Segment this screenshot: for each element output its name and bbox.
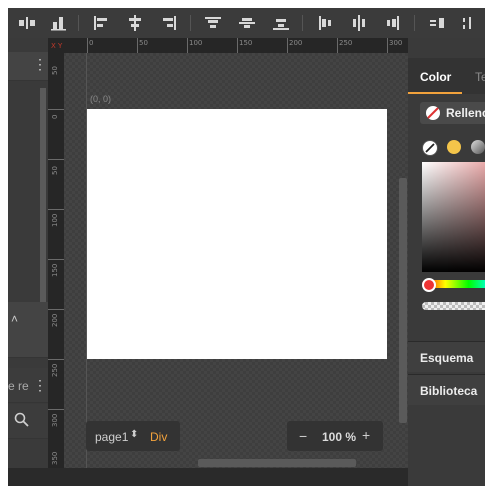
fill-type-label: Rellenc — [446, 106, 485, 120]
tab-text[interactable]: Te — [475, 70, 485, 84]
library-section-title: Biblioteca — [420, 384, 478, 398]
hue-slider-handle[interactable] — [422, 278, 436, 292]
page-selector-bar: page1 ⬍ Div — [86, 421, 180, 451]
distribute-right-icon[interactable] — [382, 12, 404, 34]
fill-type-button[interactable]: Rellenc — [420, 102, 485, 124]
swatch-yellow[interactable] — [447, 140, 461, 154]
ruler-label: 0 — [89, 39, 94, 47]
ruler-label: 350 — [51, 451, 59, 465]
active-tab-indicator — [408, 92, 462, 94]
distribute-vertical-icon[interactable] — [48, 12, 70, 34]
page-artboard[interactable] — [87, 109, 387, 359]
zoom-value[interactable]: 100 % — [322, 430, 356, 444]
align-bottom-icon[interactable] — [270, 12, 292, 34]
schema-section-title: Esquema — [420, 351, 474, 365]
align-top-icon[interactable] — [202, 12, 224, 34]
zoom-control: − 100 % + — [287, 421, 383, 451]
zoom-in-button[interactable]: + — [362, 427, 370, 443]
ruler-label: 300 — [389, 39, 403, 47]
ruler-label: 250 — [339, 39, 353, 47]
library-section[interactable]: Biblioteca — [408, 374, 485, 405]
distribute-left-icon[interactable] — [314, 12, 336, 34]
alignment-toolbar — [8, 8, 485, 38]
status-bar — [8, 468, 408, 486]
app-window: ⋮ ˄ e re ⋮ X Y 0 50 100 150 200 250 300 — [8, 8, 485, 486]
ruler-label: 200 — [289, 39, 303, 47]
distribute-horizontal-icon[interactable] — [16, 12, 38, 34]
page-stepper-icon[interactable]: ⬍ — [130, 429, 138, 440]
canvas-horizontal-scrollbar[interactable] — [198, 459, 356, 467]
ruler-label: 150 — [51, 263, 59, 277]
ruler-label: 250 — [51, 363, 59, 377]
color-picker-area[interactable] — [422, 162, 485, 272]
align-right-icon[interactable] — [158, 12, 180, 34]
canvas-vertical-scrollbar[interactable] — [399, 178, 407, 423]
partial-panel-text: e re — [8, 379, 29, 393]
ruler-label: 50 — [51, 66, 59, 75]
ruler-label: 150 — [239, 39, 253, 47]
ruler-corner-label: X Y — [51, 42, 63, 50]
layers-panel: ⋮ ˄ e re ⋮ — [8, 38, 48, 486]
chevron-up-icon[interactable]: ˄ — [11, 312, 18, 326]
element-type-label[interactable]: Div — [150, 430, 167, 444]
layers-panel-header: ⋮ — [8, 52, 48, 81]
ruler-label: 100 — [189, 39, 203, 47]
vertical-ruler: 50 0 50 100 150 200 250 300 350 — [48, 53, 64, 468]
layers-scrollbar[interactable] — [40, 88, 46, 303]
toolbar-separator — [190, 15, 191, 31]
no-fill-icon — [425, 105, 441, 126]
ruler-label: 50 — [139, 39, 148, 47]
toolbar-separator — [414, 15, 415, 31]
swatch-no-fill[interactable] — [422, 140, 438, 156]
distribute-center-icon[interactable] — [348, 12, 370, 34]
horizontal-ruler: X Y 0 50 100 150 200 250 300 — [48, 38, 408, 53]
page-selector[interactable]: page1 — [95, 430, 128, 444]
ruler-label: 200 — [51, 313, 59, 327]
space-center-icon[interactable] — [458, 12, 480, 34]
align-center-horizontal-icon[interactable] — [124, 12, 146, 34]
layers-panel-footer: ˄ — [8, 302, 48, 358]
zoom-out-button[interactable]: − — [299, 428, 307, 444]
swatch-gradient[interactable] — [471, 140, 485, 154]
more-options-icon[interactable]: ⋮ — [33, 378, 47, 392]
toolbar-separator — [302, 15, 303, 31]
align-left-icon[interactable] — [90, 12, 112, 34]
schema-section[interactable]: Esquema — [408, 341, 485, 372]
more-options-icon[interactable]: ⋮ — [33, 57, 47, 71]
search-icon[interactable] — [14, 412, 30, 433]
opacity-slider[interactable] — [422, 302, 485, 310]
align-middle-vertical-icon[interactable] — [236, 12, 258, 34]
tab-color[interactable]: Color — [420, 70, 451, 84]
space-horizontal-icon[interactable] — [426, 12, 448, 34]
search-field[interactable] — [8, 404, 48, 439]
properties-tabs: Color Te — [408, 58, 485, 94]
properties-panel: Color Te Rellenc Esquema Biblioteca — [408, 38, 485, 486]
search-row: e re ⋮ — [8, 368, 48, 403]
ruler-label: 300 — [51, 413, 59, 427]
ruler-label: 50 — [51, 166, 59, 175]
origin-coordinate-label: (0, 0) — [90, 94, 112, 104]
ruler-label: 100 — [51, 213, 59, 227]
ruler-label: 0 — [51, 114, 59, 119]
toolbar-separator — [78, 15, 79, 31]
